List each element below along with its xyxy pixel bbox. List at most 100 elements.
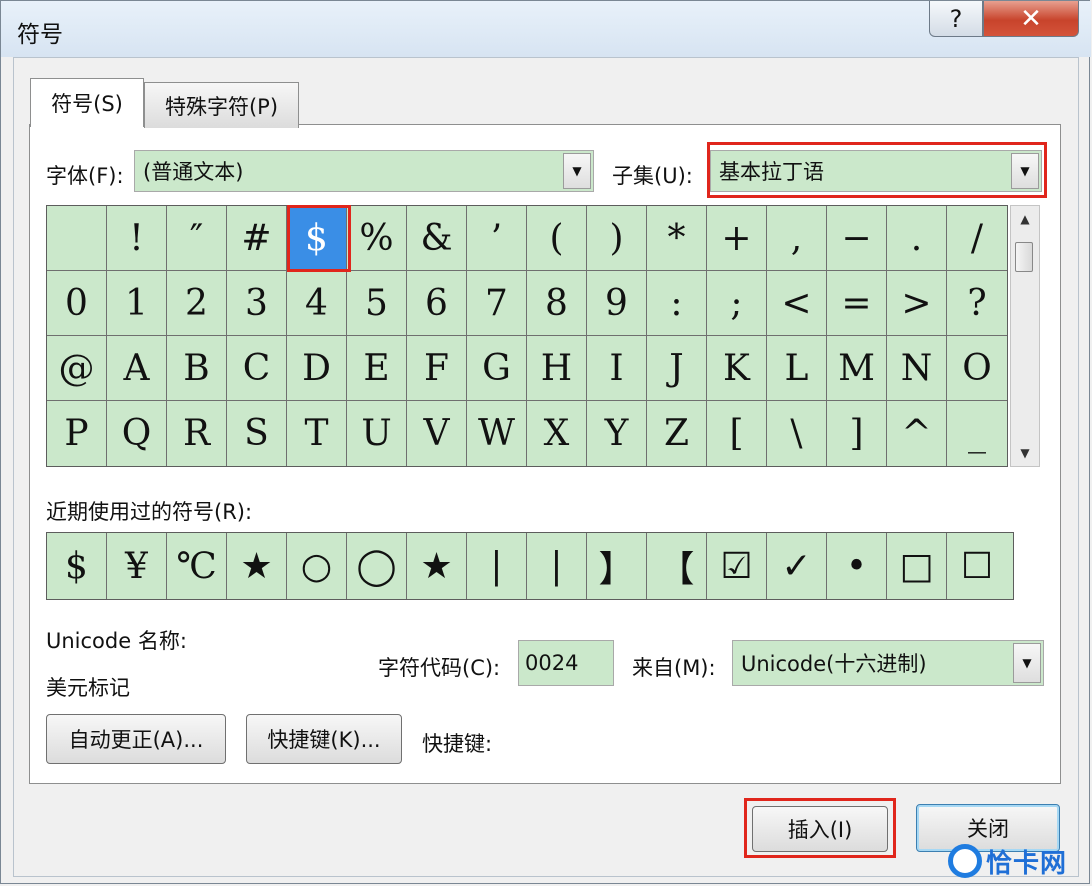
symbol-cell[interactable]: \: [767, 401, 827, 466]
symbol-cell[interactable]: #: [227, 206, 287, 271]
chevron-down-icon[interactable]: ▼: [1013, 643, 1041, 683]
recent-symbol-cell[interactable]: ☐: [947, 533, 1007, 599]
recent-symbol-cell[interactable]: ★: [227, 533, 287, 599]
symbol-cell[interactable]: ;: [707, 271, 767, 336]
recent-symbol-cell[interactable]: ✓: [767, 533, 827, 599]
symbol-cell[interactable]: 1: [107, 271, 167, 336]
symbol-cell[interactable]: 0: [47, 271, 107, 336]
symbol-cell[interactable]: !: [107, 206, 167, 271]
recent-symbol-cell[interactable]: ℃: [167, 533, 227, 599]
symbol-cell[interactable]: X: [527, 401, 587, 466]
recent-symbol-cell[interactable]: |: [467, 533, 527, 599]
chevron-down-icon[interactable]: ▼: [1011, 153, 1039, 189]
symbol-cell[interactable]: =: [827, 271, 887, 336]
symbol-cell[interactable]: 3: [227, 271, 287, 336]
symbol-cell[interactable]: U: [347, 401, 407, 466]
symbol-cell[interactable]: Z: [647, 401, 707, 466]
symbol-cell[interactable]: A: [107, 336, 167, 401]
tab-special-characters[interactable]: 特殊字符(P): [144, 82, 299, 128]
symbol-cell[interactable]: &: [407, 206, 467, 271]
symbol-cell[interactable]: Q: [107, 401, 167, 466]
symbol-cell[interactable]: D: [287, 336, 347, 401]
scroll-up-icon[interactable]: ▲: [1011, 208, 1039, 230]
symbol-cell[interactable]: ?: [947, 271, 1007, 336]
symbol-cell[interactable]: _: [947, 401, 1007, 466]
symbol-cell[interactable]: ]: [827, 401, 887, 466]
recent-symbol-cell[interactable]: ★: [407, 533, 467, 599]
symbol-cell[interactable]: @: [47, 336, 107, 401]
recent-symbol-cell[interactable]: ◯: [347, 533, 407, 599]
symbol-cell[interactable]: +: [707, 206, 767, 271]
window-close-button[interactable]: ✕: [983, 1, 1079, 37]
symbol-cell[interactable]: T: [287, 401, 347, 466]
symbol-cell[interactable]: <: [767, 271, 827, 336]
char-code-input[interactable]: 0024: [518, 640, 614, 686]
insert-button[interactable]: 插入(I): [752, 806, 888, 852]
scroll-thumb[interactable]: [1015, 242, 1033, 272]
symbol-cell[interactable]: Y: [587, 401, 647, 466]
symbol-cell[interactable]: >: [887, 271, 947, 336]
chevron-down-icon[interactable]: ▼: [563, 153, 591, 189]
symbol-cell[interactable]: 2: [167, 271, 227, 336]
symbol-cell[interactable]: N: [887, 336, 947, 401]
symbol-cell[interactable]: E: [347, 336, 407, 401]
symbol-cell[interactable]: %: [347, 206, 407, 271]
symbol-cell[interactable]: 8: [527, 271, 587, 336]
recent-symbols[interactable]: $ ¥ ℃ ★ ○ ◯ ★ | |】【☑ ✓ • □ ☐: [46, 532, 1014, 600]
symbol-cell[interactable]: :: [647, 271, 707, 336]
symbol-cell[interactable]: 4: [287, 271, 347, 336]
symbol-cell[interactable]: S: [227, 401, 287, 466]
symbol-cell[interactable]: P: [47, 401, 107, 466]
symbol-cell[interactable]: I: [587, 336, 647, 401]
symbol-cell[interactable]: L: [767, 336, 827, 401]
symbol-cell[interactable]: G: [467, 336, 527, 401]
recent-symbol-cell[interactable]: ○: [287, 533, 347, 599]
symbol-cell[interactable]: K: [707, 336, 767, 401]
recent-symbol-cell[interactable]: $: [47, 533, 107, 599]
scroll-down-icon[interactable]: ▼: [1011, 442, 1039, 464]
subset-combo[interactable]: 基本拉丁语 ▼: [710, 150, 1042, 192]
symbol-cell[interactable]: 5: [347, 271, 407, 336]
symbol-cell[interactable]: (: [527, 206, 587, 271]
symbol-cell[interactable]: ,: [767, 206, 827, 271]
grid-scrollbar[interactable]: ▲ ▼: [1010, 205, 1040, 467]
symbol-cell[interactable]: W: [467, 401, 527, 466]
tab-symbols[interactable]: 符号(S): [30, 78, 144, 127]
symbol-cell[interactable]: B: [167, 336, 227, 401]
symbol-cell[interactable]: −: [827, 206, 887, 271]
symbol-cell[interactable]: R: [167, 401, 227, 466]
symbol-cell[interactable]: 7: [467, 271, 527, 336]
symbol-cell[interactable]: 9: [587, 271, 647, 336]
recent-symbol-cell[interactable]: 【: [647, 533, 707, 599]
from-combo[interactable]: Unicode(十六进制) ▼: [732, 640, 1044, 686]
symbol-cell[interactable]: .: [887, 206, 947, 271]
symbol-cell[interactable]: O: [947, 336, 1007, 401]
symbol-cell[interactable]: C: [227, 336, 287, 401]
symbol-cell[interactable]: [47, 206, 107, 271]
symbol-cell[interactable]: [: [707, 401, 767, 466]
symbol-cell[interactable]: J: [647, 336, 707, 401]
symbol-cell[interactable]: M: [827, 336, 887, 401]
recent-symbol-cell[interactable]: ☑: [707, 533, 767, 599]
symbol-cell[interactable]: /: [947, 206, 1007, 271]
symbol-cell[interactable]: ^: [887, 401, 947, 466]
font-combo[interactable]: (普通文本) ▼: [134, 150, 594, 192]
shortcut-key-button[interactable]: 快捷键(K)...: [246, 714, 402, 764]
symbol-cell[interactable]: ): [587, 206, 647, 271]
recent-symbol-cell[interactable]: 】: [587, 533, 647, 599]
symbol-cell[interactable]: *: [647, 206, 707, 271]
help-button[interactable]: ?: [929, 1, 983, 37]
symbol-cell[interactable]: F: [407, 336, 467, 401]
autocorrect-button[interactable]: 自动更正(A)...: [46, 714, 226, 764]
recent-symbol-cell[interactable]: □: [887, 533, 947, 599]
symbol-cell[interactable]: ’: [467, 206, 527, 271]
symbol-cell[interactable]: 6: [407, 271, 467, 336]
symbol-cell[interactable]: V: [407, 401, 467, 466]
symbol-cell[interactable]: H: [527, 336, 587, 401]
symbol-cell[interactable]: $: [287, 206, 347, 271]
recent-symbol-cell[interactable]: •: [827, 533, 887, 599]
symbol-grid[interactable]: ! ″ # $% &’() * +, −./ 0 1 2 3 4 5 6 7 8 9:; < = >? @ A B C D E F G H…: [46, 205, 1008, 467]
recent-symbol-cell[interactable]: ¥: [107, 533, 167, 599]
recent-symbol-cell[interactable]: |: [527, 533, 587, 599]
symbol-cell[interactable]: ″: [167, 206, 227, 271]
